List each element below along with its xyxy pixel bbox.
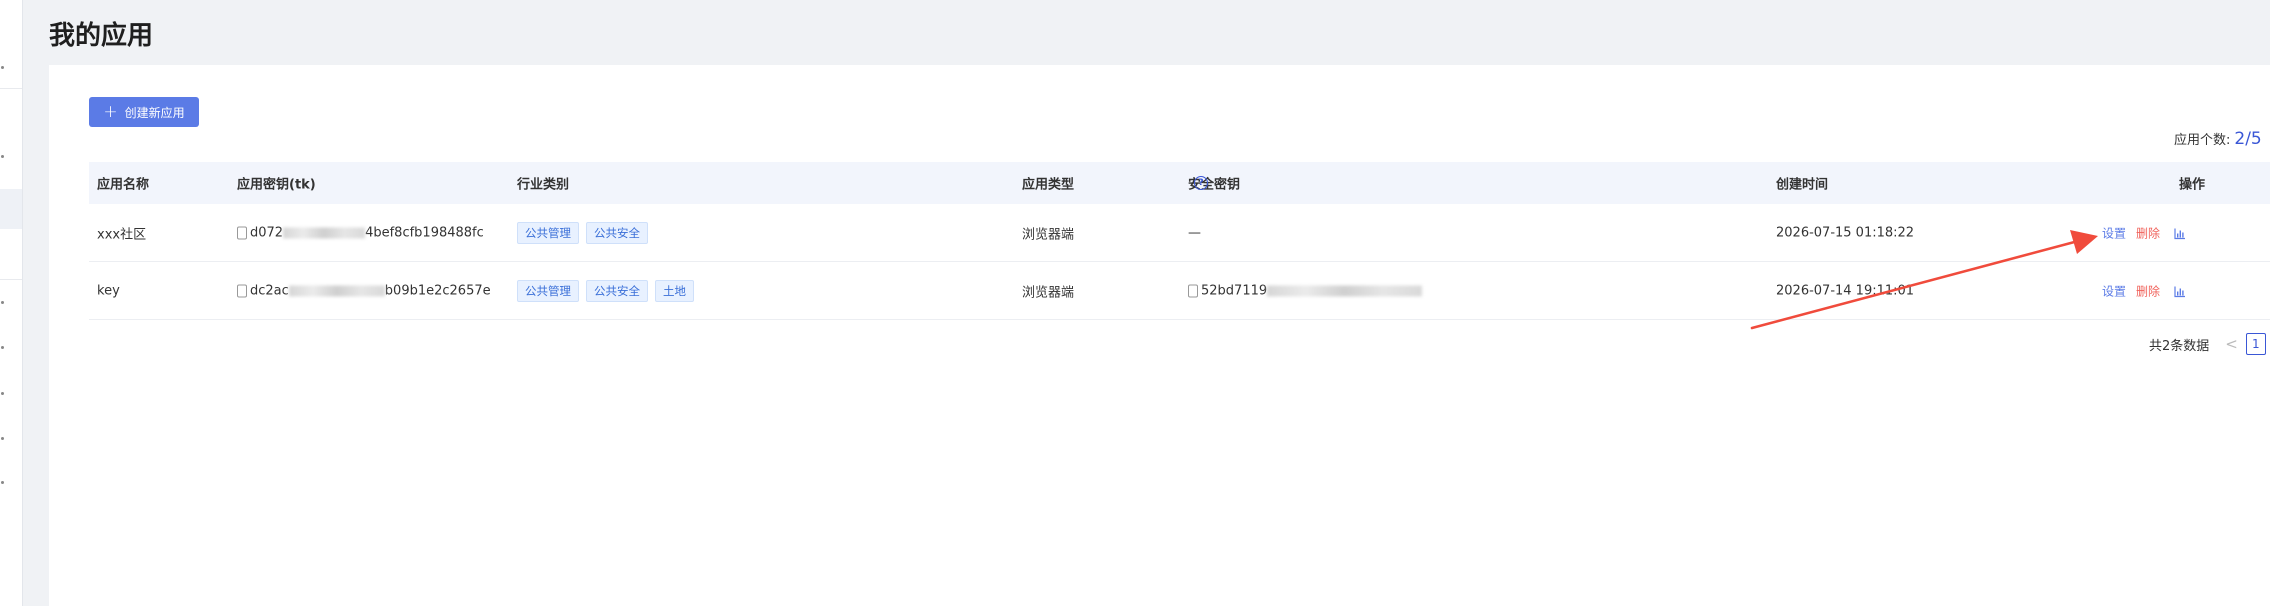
- row-actions: 设置 删除: [2102, 224, 2186, 241]
- app-key: dc2ac b09b1e2c2657e: [237, 283, 491, 298]
- sidebar-item-active[interactable]: [0, 189, 22, 229]
- sidebar-dot[interactable]: [1, 66, 4, 69]
- prev-page-button[interactable]: <: [2225, 335, 2238, 353]
- header-name: 应用名称: [97, 177, 150, 193]
- redacted-blur: [283, 227, 366, 238]
- key-prefix: dc2ac: [250, 283, 289, 298]
- sidebar-dot[interactable]: [1, 392, 4, 395]
- table-row: key dc2ac b09b1e2c2657e 公共管理 公共安全 土地 浏览器端 5…: [89, 262, 2270, 320]
- key-prefix: d072: [250, 225, 284, 240]
- secret-prefix: 52bd7119: [1201, 283, 1268, 298]
- app-type: 浏览器端: [1022, 285, 1075, 300]
- header-created: 创建时间: [1776, 177, 1829, 193]
- industry-tags: 公共管理 公共安全 土地: [517, 279, 701, 302]
- pagination: 共2条数据 < 1: [2149, 333, 2266, 355]
- table-header: 应用名称 应用密钥(tk) 行业类别 应用类型 安全密钥? 创建时间 操作: [89, 162, 2270, 204]
- sidebar-dot[interactable]: [1, 481, 4, 484]
- help-icon[interactable]: ?: [1194, 176, 1208, 190]
- delete-link[interactable]: 删除: [2136, 284, 2160, 298]
- app-type: 浏览器端: [1022, 227, 1075, 242]
- settings-link[interactable]: 设置: [2102, 284, 2126, 298]
- industry-tag: 公共管理: [517, 279, 579, 302]
- delete-link[interactable]: 删除: [2136, 226, 2160, 240]
- app-count-value: 2/5: [2234, 129, 2262, 149]
- row-actions: 设置 删除: [2102, 282, 2186, 299]
- created-time: 2026-07-15 01:18:22: [1776, 225, 1915, 240]
- page-1-button[interactable]: 1: [2245, 333, 2266, 355]
- copy-icon[interactable]: [237, 226, 247, 239]
- sidebar-dot[interactable]: [1, 346, 4, 349]
- sidebar-dot[interactable]: [1, 155, 4, 158]
- secret-key: —: [1188, 225, 1201, 240]
- header-ops: 操作: [2179, 177, 2206, 193]
- main-card: + 创建新应用 应用个数: 2/5 应用名称 应用密钥(tk) 行业类别 应用类型…: [49, 65, 2270, 606]
- settings-link[interactable]: 设置: [2102, 226, 2126, 240]
- table-row: xxx社区 d072 4bef8cfb198488fc 公共管理 公共安全 浏览器端…: [89, 204, 2270, 262]
- industry-tag: 公共安全: [586, 279, 648, 302]
- app-count: 应用个数: 2/5: [2174, 129, 2262, 149]
- apps-table: 应用名称 应用密钥(tk) 行业类别 应用类型 安全密钥? 创建时间 操作 xx…: [89, 162, 2270, 320]
- sidebar-divider: [0, 88, 22, 89]
- key-suffix: 4bef8cfb198488fc: [365, 225, 484, 240]
- redacted-blur: [1267, 285, 1423, 296]
- app-name: key: [97, 283, 120, 298]
- create-app-label: 创建新应用: [124, 105, 185, 120]
- sidebar: [0, 0, 23, 606]
- total-count: 共2条数据: [2149, 338, 2210, 354]
- sidebar-divider: [0, 279, 22, 280]
- sidebar-dot[interactable]: [1, 301, 4, 304]
- header-industry: 行业类别: [517, 177, 570, 193]
- industry-tags: 公共管理 公共安全: [517, 221, 655, 244]
- header-type: 应用类型: [1022, 177, 1075, 193]
- sidebar-dot[interactable]: [1, 437, 4, 440]
- app-key: d072 4bef8cfb198488fc: [237, 225, 484, 240]
- bar-chart-icon[interactable]: [2174, 228, 2186, 240]
- redacted-blur: [288, 285, 385, 296]
- app-name: xxx社区: [97, 227, 147, 242]
- header-key: 应用密钥(tk): [237, 177, 316, 193]
- page-title: 我的应用: [49, 21, 154, 51]
- app-count-label: 应用个数:: [2174, 133, 2231, 148]
- key-suffix: b09b1e2c2657e: [384, 283, 491, 298]
- created-time: 2026-07-14 19:11:01: [1776, 283, 1915, 298]
- industry-tag: 土地: [655, 279, 694, 302]
- industry-tag: 公共安全: [586, 221, 648, 244]
- plus-icon: +: [103, 101, 118, 122]
- secret-key: 52bd7119: [1188, 283, 1423, 298]
- copy-icon[interactable]: [237, 284, 247, 297]
- create-app-button[interactable]: + 创建新应用: [89, 97, 199, 127]
- industry-tag: 公共管理: [517, 221, 579, 244]
- bar-chart-icon[interactable]: [2174, 286, 2186, 298]
- copy-icon[interactable]: [1188, 284, 1198, 297]
